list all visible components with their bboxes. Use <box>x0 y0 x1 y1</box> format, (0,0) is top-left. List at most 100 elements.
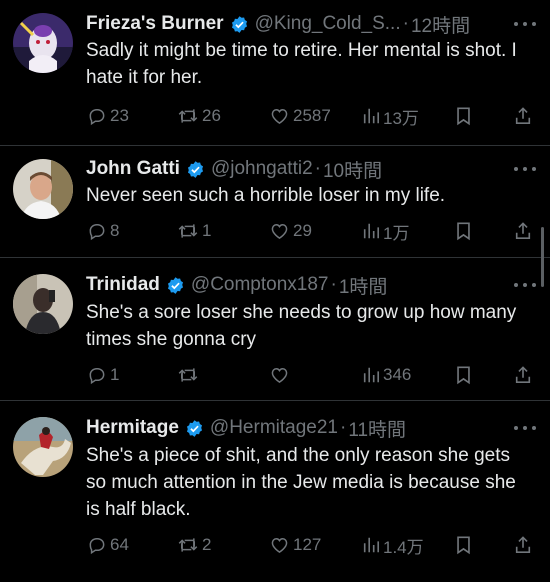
share-button[interactable] <box>514 218 532 244</box>
timestamp[interactable]: 12時間 <box>411 11 470 38</box>
share-button[interactable] <box>514 532 532 558</box>
display-name[interactable]: John Gatti <box>86 158 180 180</box>
separator-dot: · <box>314 158 321 179</box>
more-options-icon[interactable] <box>514 414 536 442</box>
scrollbar[interactable] <box>541 227 544 287</box>
share-icon <box>515 536 531 554</box>
reply-icon <box>89 224 105 241</box>
timestamp[interactable]: 11時間 <box>348 415 406 442</box>
tweet-text: Sadly it might be time to retire. Her me… <box>86 40 517 88</box>
share-icon <box>515 366 531 384</box>
reply-count: 23 <box>110 106 129 125</box>
reply-button[interactable]: 64 <box>87 532 129 558</box>
share-button[interactable] <box>514 362 532 388</box>
tweet-header: Hermitage @Hermitage21 · 11時間 <box>86 414 540 442</box>
views-count: 1.4万 <box>383 537 424 557</box>
reply-icon <box>89 538 105 555</box>
share-button[interactable] <box>514 103 532 129</box>
more-options-icon[interactable] <box>514 10 536 38</box>
share-icon <box>515 222 531 240</box>
handle[interactable]: @Hermitage21 <box>210 417 338 439</box>
views-chart-icon <box>363 108 380 124</box>
reply-button[interactable]: 1 <box>87 362 119 388</box>
separator-dot: · <box>402 13 409 34</box>
verified-badge-icon <box>167 276 183 294</box>
reply-count: 8 <box>110 221 120 240</box>
like-button[interactable]: 2587 <box>269 103 331 129</box>
reply-button[interactable]: 8 <box>87 218 119 244</box>
timestamp[interactable]: 10時間 <box>323 156 382 183</box>
retweet-icon <box>178 368 198 382</box>
retweet-icon <box>178 538 198 552</box>
retweet-button[interactable]: 2 <box>177 532 211 558</box>
avatar[interactable] <box>13 417 73 477</box>
tweet-text: She's a sore loser she needs to grow up … <box>86 302 517 350</box>
display-name[interactable]: Hermitage <box>86 417 179 439</box>
retweet-button[interactable]: 26 <box>177 103 221 129</box>
tweet[interactable]: Trinidad @Comptonx187 · 1時間 She's a sore… <box>0 258 550 401</box>
heart-icon <box>271 223 288 239</box>
reply-icon <box>89 368 105 385</box>
bookmark-icon <box>457 107 470 126</box>
display-name[interactable]: Trinidad <box>86 274 160 296</box>
retweet-count: 2 <box>202 535 212 554</box>
like-count: 127 <box>293 535 322 554</box>
reply-button[interactable]: 23 <box>87 103 129 129</box>
tweet-header: Frieza's Burner @King_Cold_S... · 12時間 <box>86 10 540 38</box>
views-chart-icon <box>363 367 380 383</box>
views-chart-icon <box>363 223 380 239</box>
like-count: 29 <box>293 221 312 240</box>
tweet-actions: 64 2 127 1.4万 <box>0 532 550 558</box>
avatar[interactable] <box>13 274 73 334</box>
retweet-button[interactable] <box>177 362 202 388</box>
tweet-header: Trinidad @Comptonx187 · 1時間 <box>86 271 540 299</box>
views-button[interactable]: 13万 <box>362 103 419 129</box>
heart-icon <box>271 108 288 124</box>
like-count: 2587 <box>293 106 331 125</box>
avatar[interactable] <box>13 13 73 73</box>
heart-icon <box>271 537 288 553</box>
like-button[interactable] <box>269 362 293 388</box>
avatar[interactable] <box>13 159 73 219</box>
reply-count: 64 <box>110 535 129 554</box>
verified-badge-icon <box>186 419 202 437</box>
views-count: 13万 <box>383 108 419 128</box>
verified-badge-icon <box>231 15 247 33</box>
display-name[interactable]: Frieza's Burner <box>86 13 224 35</box>
bookmark-button[interactable] <box>455 218 472 244</box>
views-button[interactable]: 1万 <box>362 218 409 244</box>
tweet-header: John Gatti @johngatti2 · 10時間 <box>86 155 540 183</box>
retweet-button[interactable]: 1 <box>177 218 211 244</box>
tweet[interactable]: Frieza's Burner @King_Cold_S... · 12時間 S… <box>0 0 550 146</box>
share-icon <box>515 107 531 125</box>
more-options-icon[interactable] <box>514 155 536 183</box>
tweet-actions: 8 1 29 1万 <box>0 218 550 244</box>
views-count: 1万 <box>383 223 410 243</box>
tweet-actions: 1 346 <box>0 362 550 388</box>
bookmark-icon <box>457 222 470 241</box>
tweet[interactable]: Hermitage @Hermitage21 · 11時間 She's a pi… <box>0 401 550 582</box>
bookmark-icon <box>457 536 470 555</box>
handle[interactable]: @Comptonx187 <box>191 274 329 296</box>
bookmark-button[interactable] <box>455 362 472 388</box>
separator-dot: · <box>330 274 337 295</box>
views-button[interactable]: 1.4万 <box>362 532 424 558</box>
like-button[interactable]: 29 <box>269 218 312 244</box>
more-options-icon[interactable] <box>514 271 536 299</box>
bookmark-button[interactable] <box>455 532 472 558</box>
tweet-text: She's a piece of shit, and the only reas… <box>86 445 516 520</box>
tweet-text: Never seen such a horrible loser in my l… <box>86 185 446 206</box>
separator-dot: · <box>340 417 347 438</box>
timestamp[interactable]: 1時間 <box>339 272 388 299</box>
like-button[interactable]: 127 <box>269 532 321 558</box>
bookmark-button[interactable] <box>455 103 472 129</box>
reply-count: 1 <box>110 365 120 384</box>
bookmark-icon <box>457 366 470 385</box>
tweet-actions: 23 26 2587 13万 <box>0 103 550 129</box>
handle[interactable]: @King_Cold_S... <box>255 13 401 35</box>
handle[interactable]: @johngatti2 <box>211 158 313 180</box>
reply-icon <box>89 109 105 126</box>
heart-icon <box>271 367 288 383</box>
views-button[interactable]: 346 <box>362 362 411 388</box>
tweet[interactable]: John Gatti @johngatti2 · 10時間 Never seen… <box>0 146 550 258</box>
